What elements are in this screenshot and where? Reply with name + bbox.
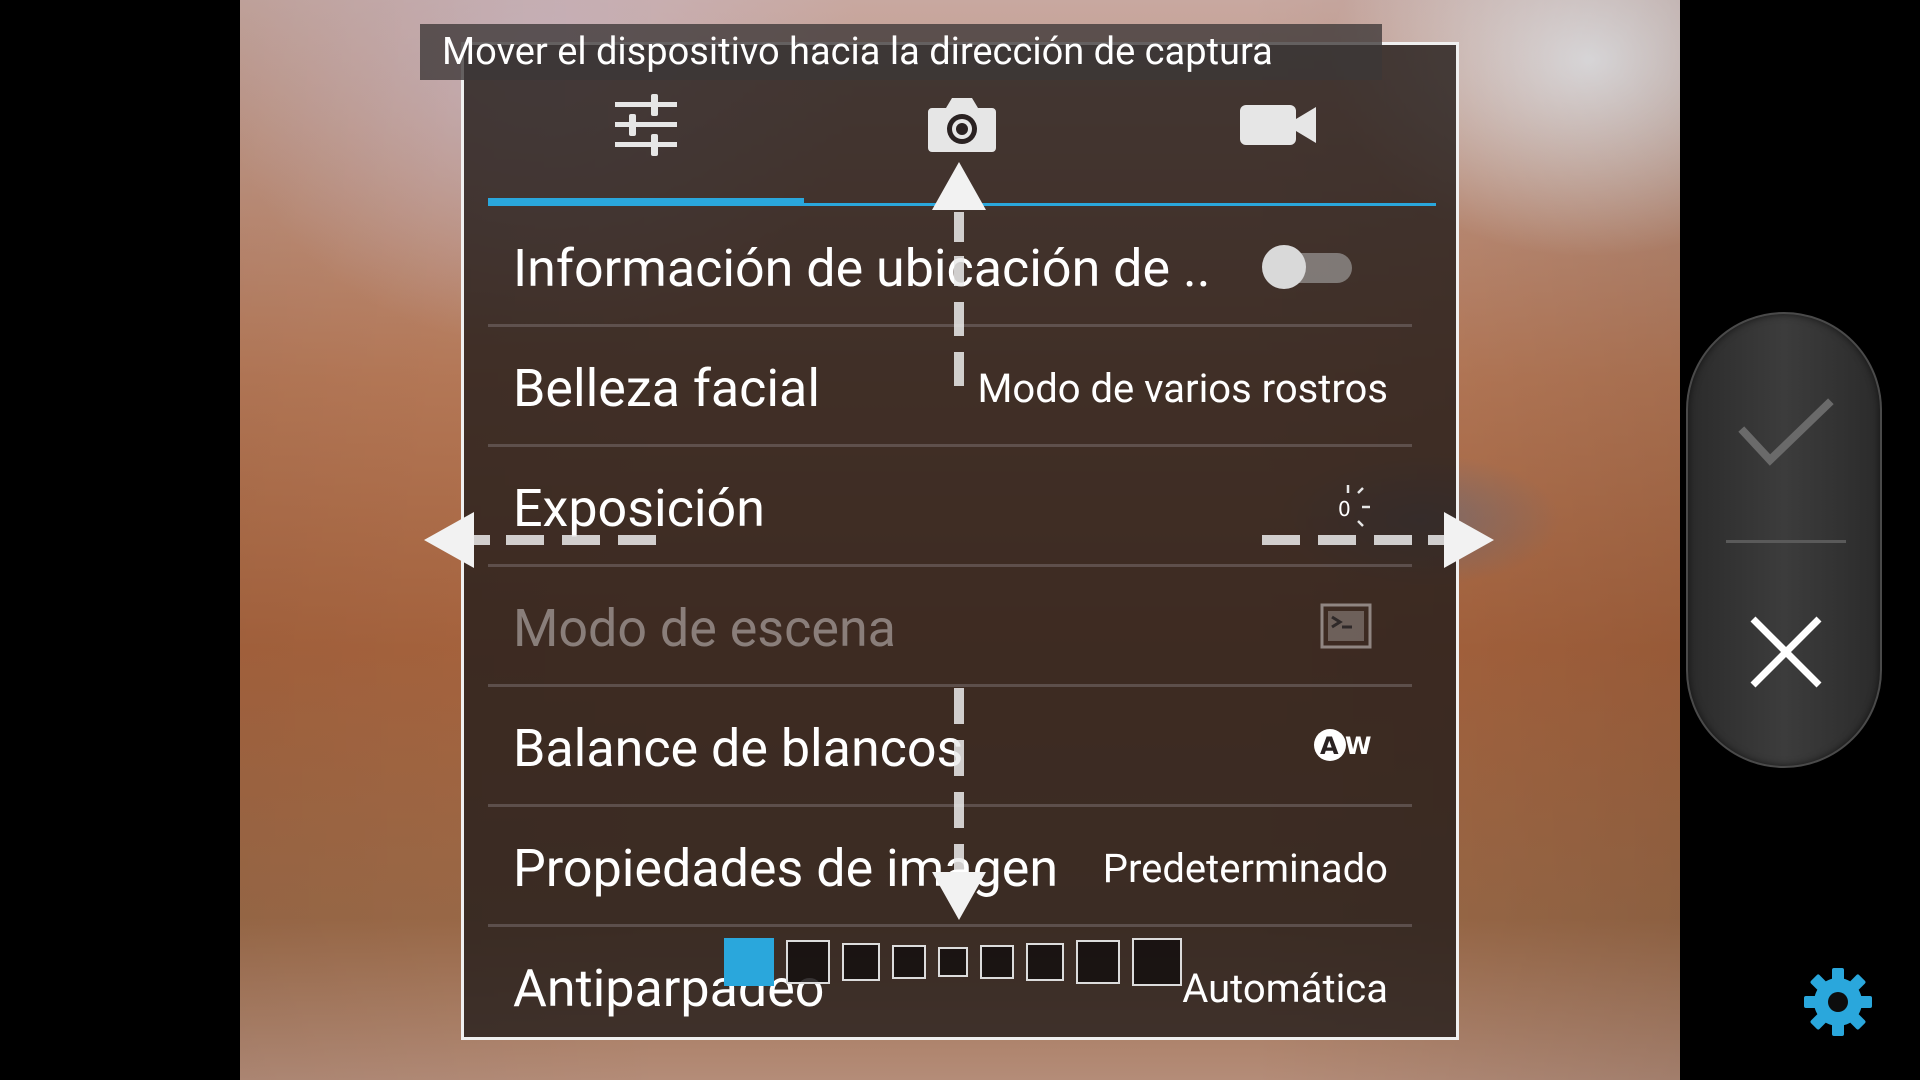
tab-photo-settings[interactable] bbox=[804, 65, 1120, 185]
svg-text:W: W bbox=[1345, 732, 1371, 760]
progress-frame bbox=[724, 938, 774, 986]
setting-image-properties[interactable]: Propiedades de imagen Predeterminado bbox=[488, 807, 1412, 927]
progress-frame bbox=[1132, 938, 1182, 986]
pill-divider bbox=[1726, 540, 1846, 543]
setting-label: Información de ubicación de .. bbox=[513, 238, 1211, 299]
progress-frame bbox=[1026, 943, 1064, 981]
setting-face-beauty[interactable]: Belleza facial Modo de varios rostros bbox=[488, 327, 1412, 447]
active-tab-indicator bbox=[488, 198, 804, 205]
panorama-action-pill bbox=[1686, 312, 1882, 768]
setting-label: Modo de escena bbox=[513, 598, 896, 659]
progress-frame bbox=[938, 947, 968, 977]
progress-frame bbox=[842, 943, 880, 981]
progress-frame bbox=[892, 945, 926, 979]
setting-white-balance[interactable]: Balance de blancos A W bbox=[488, 687, 1412, 807]
gear-icon[interactable] bbox=[1802, 966, 1874, 1038]
svg-text:A: A bbox=[1320, 732, 1339, 760]
tab-video-settings[interactable] bbox=[1120, 65, 1436, 185]
tab-general-settings[interactable] bbox=[488, 65, 804, 185]
settings-tabs bbox=[488, 65, 1436, 185]
setting-value: Predeterminado bbox=[1102, 845, 1388, 892]
setting-scene-mode: Modo de escena bbox=[488, 567, 1412, 687]
confirm-button[interactable] bbox=[1688, 334, 1884, 534]
settings-panel: Información de ubicación de .. Belleza f… bbox=[461, 42, 1459, 1040]
progress-frame bbox=[786, 940, 830, 984]
setting-exposure[interactable]: Exposición 0 bbox=[488, 447, 1412, 567]
setting-location-info[interactable]: Información de ubicación de .. bbox=[488, 207, 1412, 327]
video-camera-icon bbox=[1240, 105, 1316, 145]
close-icon bbox=[1750, 616, 1822, 688]
progress-frame bbox=[980, 945, 1014, 979]
capture-direction-hint: Mover el dispositivo hacia la dirección … bbox=[420, 24, 1382, 80]
camera-screen: Información de ubicación de .. Belleza f… bbox=[0, 0, 1920, 1080]
setting-value: Automática bbox=[1182, 965, 1388, 1012]
location-toggle[interactable] bbox=[1262, 245, 1354, 289]
setting-label: Exposición bbox=[513, 478, 765, 539]
cancel-button[interactable] bbox=[1688, 552, 1884, 752]
awb-icon: A W bbox=[1314, 729, 1371, 761]
sliders-icon bbox=[615, 94, 677, 156]
exposure-value: 0 bbox=[1338, 497, 1351, 521]
setting-label: Belleza facial bbox=[513, 358, 820, 419]
setting-value: Modo de varios rostros bbox=[977, 365, 1388, 412]
scene-icon bbox=[1320, 603, 1372, 649]
camera-icon bbox=[928, 98, 996, 152]
panorama-progress-indicator bbox=[724, 938, 1182, 986]
setting-label: Propiedades de imagen bbox=[513, 838, 1059, 899]
progress-frame bbox=[1076, 940, 1120, 984]
settings-list: Información de ubicación de .. Belleza f… bbox=[488, 207, 1412, 1037]
setting-label: Balance de blancos bbox=[513, 718, 964, 779]
exposure-icon: 0 bbox=[1338, 485, 1370, 527]
checkmark-icon bbox=[1738, 398, 1834, 466]
